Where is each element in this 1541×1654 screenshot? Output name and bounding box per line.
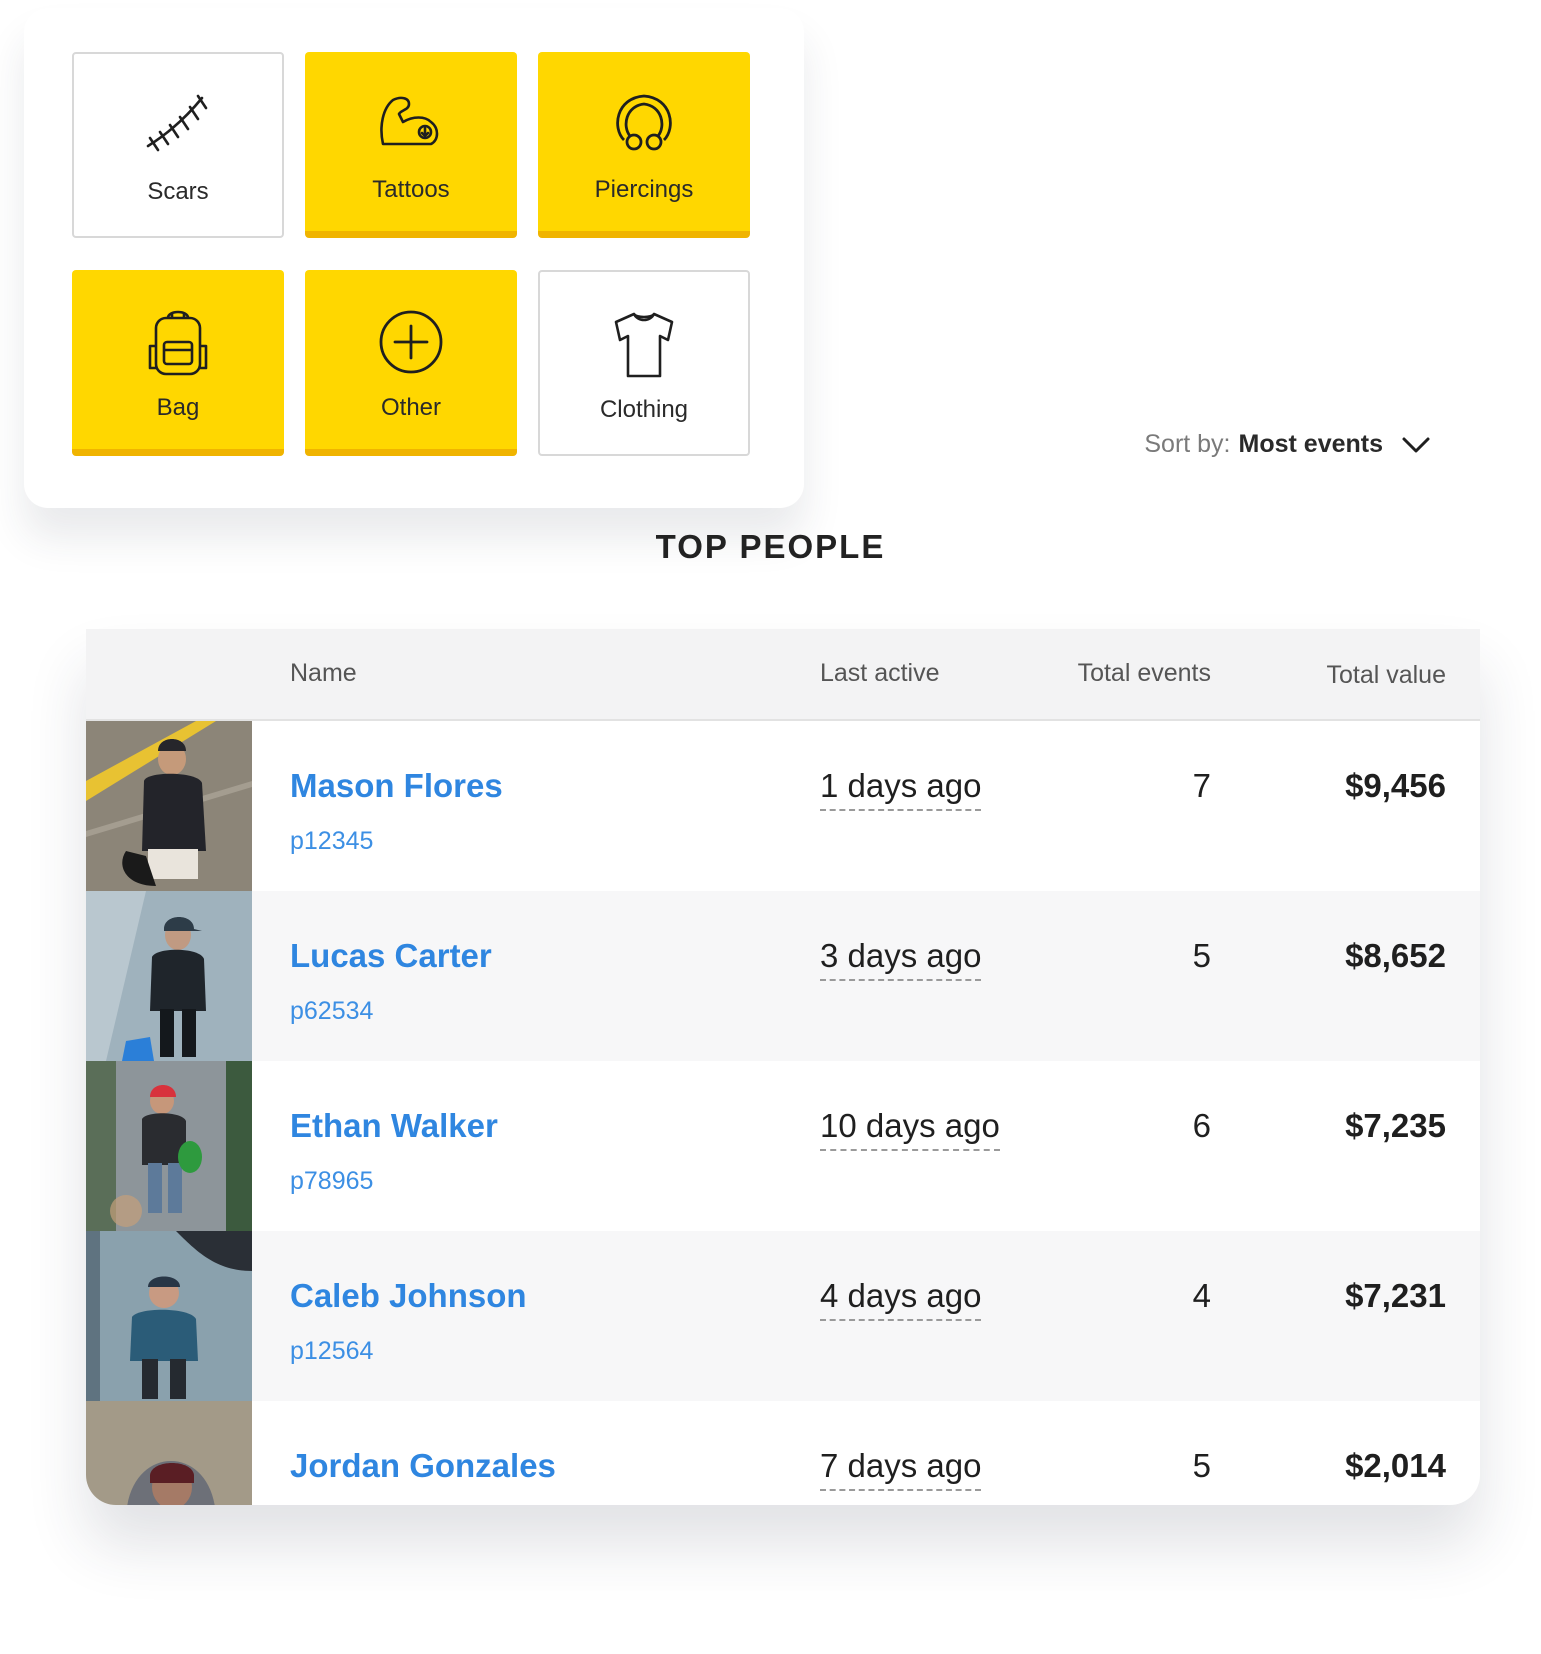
last-active[interactable]: 4 days ago xyxy=(820,1277,982,1321)
table-row[interactable]: Mason Flores p12345 1 days ago 7 $9,456 xyxy=(86,721,1480,891)
person-name-link[interactable]: Jordan Gonzales xyxy=(290,1447,556,1485)
table-row[interactable]: Jordan Gonzales 7 days ago 5 $2,014 xyxy=(86,1401,1480,1505)
last-active[interactable]: 7 days ago xyxy=(820,1447,982,1491)
filter-label: Bag xyxy=(156,394,200,421)
total-events: 5 xyxy=(1192,937,1211,974)
total-value: $8,652 xyxy=(1345,937,1446,974)
filter-label: Tattoos xyxy=(372,176,450,203)
total-events: 5 xyxy=(1192,1447,1211,1484)
total-value: $7,235 xyxy=(1345,1107,1446,1144)
sort-value: Most events xyxy=(1238,430,1383,458)
top-people-table: Name Last active Total events Total valu… xyxy=(86,629,1480,1505)
filter-other[interactable]: Other xyxy=(305,270,517,456)
piercing-ring-icon xyxy=(606,86,682,162)
person-name-link[interactable]: Lucas Carter xyxy=(290,937,492,975)
table-row[interactable]: Ethan Walker p78965 10 days ago 6 $7,235 xyxy=(86,1061,1480,1231)
column-header-last-active[interactable]: Last active xyxy=(820,659,940,688)
last-active[interactable]: 3 days ago xyxy=(820,937,982,981)
total-value: $9,456 xyxy=(1345,767,1446,804)
last-active[interactable]: 10 days ago xyxy=(820,1107,1000,1151)
last-active[interactable]: 1 days ago xyxy=(820,767,982,811)
filter-label: Clothing xyxy=(599,396,689,423)
person-id: p78965 xyxy=(290,1167,374,1195)
person-name-link[interactable]: Mason Flores xyxy=(290,767,503,805)
person-name-link[interactable]: Caleb Johnson xyxy=(290,1277,527,1315)
table-header: Name Last active Total events Total valu… xyxy=(86,629,1480,721)
total-events: 4 xyxy=(1192,1277,1211,1314)
person-photo xyxy=(86,891,252,1061)
tshirt-icon xyxy=(606,306,682,382)
person-photo xyxy=(86,1231,252,1401)
filter-label: Scars xyxy=(147,178,209,205)
backpack-icon xyxy=(140,304,216,380)
sort-label: Sort by: xyxy=(1144,430,1231,458)
person-id: p12345 xyxy=(290,827,374,855)
filter-label: Other xyxy=(380,394,442,421)
total-events: 6 xyxy=(1192,1107,1211,1144)
person-photo xyxy=(86,1401,252,1505)
person-name-link[interactable]: Ethan Walker xyxy=(290,1107,498,1145)
scar-icon xyxy=(140,88,216,164)
filter-tattoos[interactable]: Tattoos xyxy=(305,52,517,238)
filter-scars[interactable]: Scars xyxy=(72,52,284,238)
chevron-down-icon xyxy=(1402,437,1430,452)
filter-label: Piercings xyxy=(594,176,694,203)
sort-dropdown[interactable]: Sort by: Most events xyxy=(1144,430,1431,459)
person-id: p12564 xyxy=(290,1337,374,1365)
tattoo-arm-icon xyxy=(373,86,449,162)
column-header-name[interactable]: Name xyxy=(290,659,357,688)
table-row[interactable]: Lucas Carter p62534 3 days ago 5 $8,652 xyxy=(86,891,1480,1061)
plus-circle-icon xyxy=(373,304,449,380)
section-title: TOP PEOPLE xyxy=(655,528,886,565)
table-row[interactable]: Caleb Johnson p12564 4 days ago 4 $7,231 xyxy=(86,1231,1480,1401)
column-header-total-events[interactable]: Total events xyxy=(1078,659,1211,688)
attribute-filter-panel: Scars Tattoos Piercings Bag Other Clothi… xyxy=(24,8,804,508)
filter-bag[interactable]: Bag xyxy=(72,270,284,456)
person-photo xyxy=(86,1061,252,1231)
person-photo xyxy=(86,721,252,891)
filter-piercings[interactable]: Piercings xyxy=(538,52,750,238)
filter-clothing[interactable]: Clothing xyxy=(538,270,750,456)
column-header-total-value[interactable]: Total value xyxy=(1326,661,1446,690)
person-id: p62534 xyxy=(290,997,374,1025)
total-value: $2,014 xyxy=(1345,1447,1446,1484)
total-value: $7,231 xyxy=(1345,1277,1446,1314)
total-events: 7 xyxy=(1192,767,1211,804)
